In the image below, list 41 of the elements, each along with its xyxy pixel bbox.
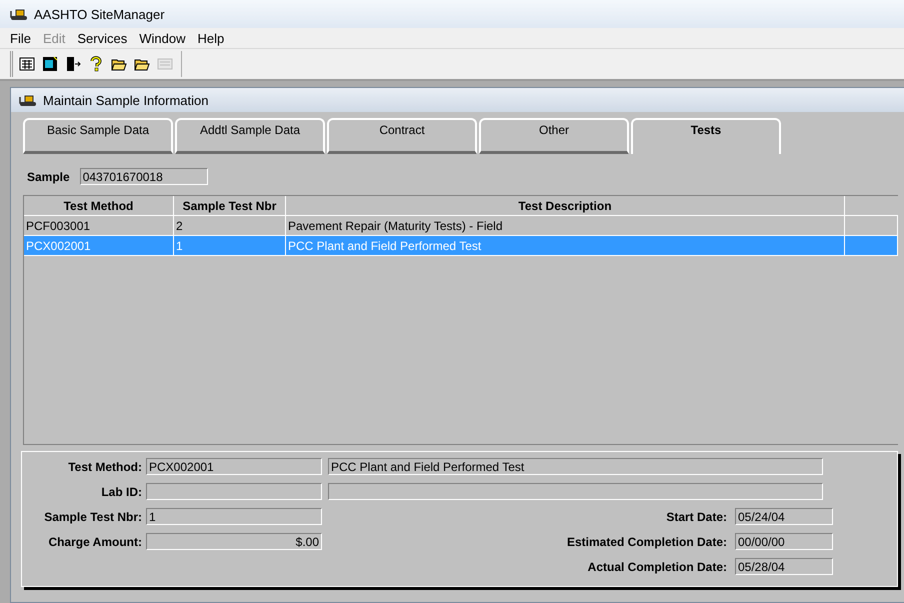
menu-item[interactable]: File xyxy=(4,30,37,46)
field-label: Sample Test Nbr: xyxy=(43,510,143,524)
input-field[interactable]: 05/24/04 xyxy=(735,508,833,525)
toolbar-button[interactable] xyxy=(40,54,60,74)
table-cell[interactable]: Pavement Repair (Maturity Tests) - Field xyxy=(286,216,845,236)
menu-item[interactable]: Services xyxy=(71,30,134,46)
input-field[interactable]: PCX002001 xyxy=(146,458,322,475)
field-label: Start Date: xyxy=(666,510,728,524)
input-field[interactable]: 00/00/00 xyxy=(735,533,833,550)
monitor-icon xyxy=(42,56,58,72)
field-label: Lab ID: xyxy=(100,484,143,498)
tab[interactable]: Tests xyxy=(631,118,781,154)
field-label: Estimated Completion Date: xyxy=(566,534,728,548)
input-field[interactable] xyxy=(146,483,322,500)
input-field[interactable]: PCC Plant and Field Performed Test xyxy=(328,458,823,475)
bulldozer-icon xyxy=(10,7,28,21)
field-label: Charge Amount: xyxy=(47,534,143,548)
tab[interactable]: Contract xyxy=(327,118,477,154)
tab[interactable]: Basic Sample Data xyxy=(23,118,173,154)
input-field[interactable]: $.00 xyxy=(146,533,322,550)
input-field[interactable] xyxy=(328,483,823,500)
window-title: AASHTO SiteManager xyxy=(34,6,165,22)
row-end-cell xyxy=(845,236,898,256)
child-window-title: Maintain Sample Information xyxy=(43,92,208,108)
sample-field[interactable]: 043701670018 xyxy=(80,168,208,185)
menu-item[interactable]: Help xyxy=(191,30,230,46)
sample-label: Sample xyxy=(27,170,70,184)
tab[interactable]: Other xyxy=(479,118,629,154)
input-field[interactable]: 05/28/04 xyxy=(735,558,833,575)
tab[interactable]: Addtl Sample Data xyxy=(175,118,325,154)
door-icon xyxy=(65,56,81,72)
field-label: Actual Completion Date: xyxy=(588,560,728,574)
table-cell[interactable]: 2 xyxy=(174,216,286,236)
table-cell[interactable]: PCF003001 xyxy=(24,216,174,236)
panel-icon xyxy=(157,56,173,72)
field-label: Test Method: xyxy=(67,460,143,474)
menu-item[interactable]: Window xyxy=(133,30,192,46)
input-field[interactable]: 1 xyxy=(146,508,322,525)
bulldozer-icon xyxy=(19,93,37,107)
table-icon xyxy=(19,56,35,72)
help-icon xyxy=(88,56,104,72)
